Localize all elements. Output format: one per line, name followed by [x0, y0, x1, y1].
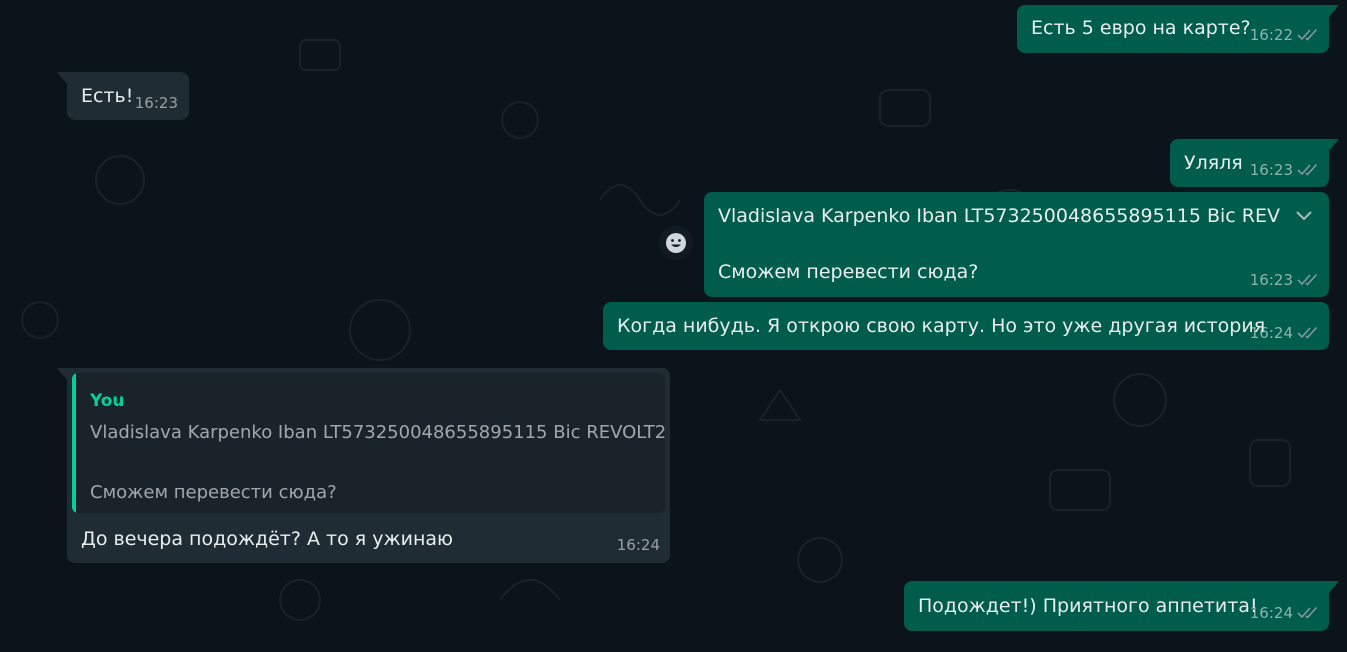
message-meta: 16:23: [1250, 158, 1321, 182]
message-time: 16:24: [1249, 604, 1293, 622]
message-time: 16:24: [616, 536, 660, 554]
quoted-message[interactable]: You Vladislava Karpenko Iban LT573250048…: [72, 373, 665, 513]
message-time: 16:23: [1249, 161, 1293, 179]
double-check-icon: [1297, 273, 1318, 286]
message-outgoing[interactable]: Есть 5 евро на карте? 16:22: [1017, 5, 1339, 53]
message-meta: 16:23: [135, 91, 178, 115]
message-outgoing[interactable]: Когда нибудь. Я открою свою карту. Но эт…: [603, 302, 1329, 350]
message-text: Подождет!) Приятного аппетита!: [918, 595, 1258, 617]
message-meta: 16:24: [617, 533, 660, 557]
quote-author: You: [90, 391, 125, 411]
message-meta: 16:22: [1250, 23, 1321, 47]
quote-text-line1: Vladislava Karpenko Iban LT5732500486558…: [90, 422, 665, 443]
double-check-icon: [1297, 163, 1318, 176]
message-time: 16:23: [134, 94, 178, 112]
message-time: 16:23: [1249, 271, 1293, 289]
chevron-down-icon[interactable]: [1292, 204, 1316, 228]
message-meta: 16:24: [1250, 321, 1321, 345]
message-text-line1: Vladislava Karpenko Iban LT5732500486558…: [718, 205, 1280, 227]
message-outgoing[interactable]: Уляля 16:23: [1170, 139, 1339, 187]
message-time: 16:24: [1249, 324, 1293, 342]
message-text-line2: Сможем перевести сюда?: [718, 261, 979, 283]
quote-accent-bar: [72, 373, 76, 513]
message-outgoing[interactable]: Подождет!) Приятного аппетита! 16:24: [904, 581, 1339, 631]
react-button[interactable]: [659, 226, 693, 260]
message-outgoing[interactable]: Vladislava Karpenko Iban LT5732500486558…: [704, 192, 1329, 297]
quote-text-line2: Сможем перевести сюда?: [90, 482, 337, 503]
double-check-icon: [1297, 28, 1318, 41]
message-text: Уляля: [1184, 152, 1243, 174]
double-check-icon: [1297, 326, 1318, 339]
message-incoming[interactable]: Есть! 16:23: [57, 72, 189, 120]
message-text: Когда нибудь. Я открою свою карту. Но эт…: [617, 315, 1266, 337]
message-text: До вечера подождёт? А то я ужинаю: [81, 528, 454, 550]
smiley-icon: [666, 233, 686, 253]
message-meta: 16:23: [1250, 268, 1321, 292]
message-meta: 16:24: [1250, 601, 1321, 625]
message-incoming-reply[interactable]: You Vladislava Karpenko Iban LT573250048…: [57, 368, 670, 563]
message-text: Есть!: [81, 85, 134, 107]
double-check-icon: [1297, 606, 1318, 619]
message-time: 16:22: [1249, 26, 1293, 44]
message-text: Есть 5 евро на карте?: [1031, 17, 1251, 39]
